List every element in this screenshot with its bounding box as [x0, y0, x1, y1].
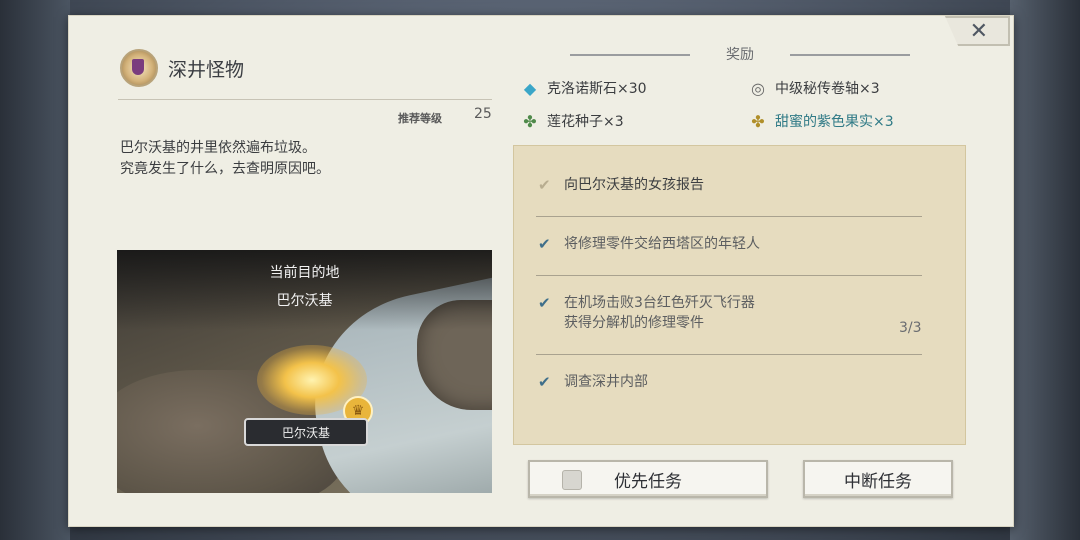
quest-description: 巴尔沃基的井里依然遍布垃圾。 究竟发生了什么，去查明原因吧。: [120, 138, 330, 180]
objective-text: 调查深井内部: [564, 372, 648, 392]
close-icon: ✕: [969, 18, 988, 44]
objective-line: 在机场击败3台红色歼灭飞行器: [564, 295, 755, 311]
scroll-icon: ◎: [751, 78, 765, 98]
description-line: 巴尔沃基的井里依然遍布垃圾。: [120, 140, 316, 156]
quest-title: 深井怪物: [168, 58, 245, 81]
objective-divider: [536, 275, 922, 276]
objective-line: 获得分解机的修理零件: [564, 315, 704, 331]
objective-progress: 3/3: [899, 320, 922, 336]
reward-item[interactable]: ◎ 中级秘传卷轴×3: [748, 78, 880, 98]
check-icon: ✔: [538, 294, 551, 312]
priority-button-label: 优先任务: [614, 471, 682, 492]
reward-item[interactable]: ✤ 甜蜜的紫色果实×3: [748, 111, 894, 131]
reward-item[interactable]: ✤ 莲花种子×3: [520, 111, 624, 131]
objective-line: 将修理零件交给西塔区的年轻人: [564, 236, 760, 252]
objective-text: 向巴尔沃基的女孩报告: [564, 175, 704, 195]
objective-item: ✔ 向巴尔沃基的女孩报告: [538, 175, 704, 195]
destination-map[interactable]: 当前目的地 巴尔沃基 ♛ 巴尔沃基: [117, 250, 492, 493]
reward-label: 中级秘传卷轴×3: [775, 81, 880, 97]
objective-divider: [536, 216, 922, 217]
reward-label: 甜蜜的紫色果实×3: [775, 114, 894, 130]
fruit-icon: ✤: [751, 111, 765, 131]
objective-item: ✔ 将修理零件交给西塔区的年轻人: [538, 234, 760, 254]
reward-label: 莲花种子×3: [547, 114, 624, 130]
description-line: 究竟发生了什么，去查明原因吧。: [120, 161, 330, 177]
objective-line: 向巴尔沃基的女孩报告: [564, 177, 704, 193]
objective-item: ✔ 在机场击败3台红色歼灭飞行器 获得分解机的修理零件: [538, 293, 755, 333]
objectives-box: ✔ 向巴尔沃基的女孩报告 ✔ 将修理零件交给西塔区的年轻人 ✔ 在机场击败3台红…: [513, 145, 966, 445]
location-tag[interactable]: 巴尔沃基: [244, 418, 368, 446]
reward-item[interactable]: ◆ 克洛诺斯石×30: [520, 78, 647, 98]
objective-text: 将修理零件交给西塔区的年轻人: [564, 234, 760, 254]
objective-text: 在机场击败3台红色歼灭飞行器 获得分解机的修理零件: [564, 293, 755, 333]
priority-checkbox[interactable]: [562, 470, 582, 490]
leaf-icon: ✤: [523, 111, 537, 131]
recommended-level-label: 推荐等级: [398, 112, 442, 125]
priority-quest-button[interactable]: 优先任务: [528, 460, 768, 498]
check-icon: ✔: [538, 176, 551, 194]
quest-title-row: 深井怪物: [120, 48, 244, 88]
reward-label: 克洛诺斯石×30: [547, 81, 647, 97]
rewards-title: 奖励: [726, 47, 754, 63]
rewards-heading: 奖励: [570, 44, 910, 66]
check-icon: ✔: [538, 235, 551, 253]
current-destination-name: 巴尔沃基: [276, 293, 333, 309]
abort-button-label: 中断任务: [844, 471, 912, 492]
quest-emblem-icon: [120, 49, 158, 87]
crystal-icon: ◆: [523, 78, 537, 98]
objective-item: ✔ 调查深井内部: [538, 372, 648, 392]
objective-divider: [536, 354, 922, 355]
recommended-level-value: 25: [474, 106, 492, 122]
abort-quest-button[interactable]: 中断任务: [803, 460, 953, 498]
title-divider: [118, 99, 492, 100]
check-icon: ✔: [538, 373, 551, 391]
current-destination-label: 当前目的地: [269, 265, 340, 281]
objective-line: 调查深井内部: [564, 374, 648, 390]
